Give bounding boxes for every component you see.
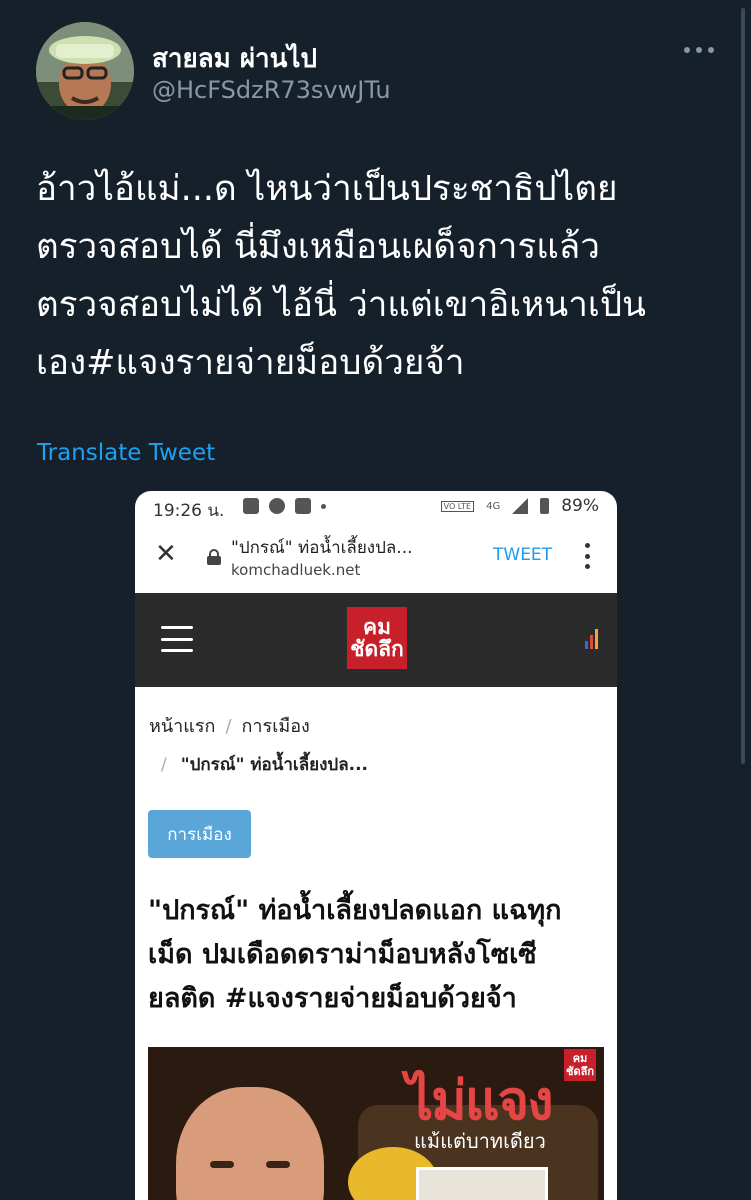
site-logo[interactable]: คม ชัดลึก [347, 607, 407, 669]
signal-icon [512, 498, 529, 514]
close-icon[interactable]: ✕ [155, 539, 177, 569]
headline-line: ยลติด #แจงรายจ่ายม็อบด้วยจ้า [148, 983, 517, 1014]
breadcrumb-section[interactable]: การเมือง [242, 716, 310, 737]
status-right: VO LTE 4G 89% [440, 496, 599, 516]
page-domain: komchadluek.net [231, 561, 361, 579]
audio-bars-icon[interactable] [585, 629, 601, 649]
tweet-text-line[interactable]: เอง#แจงรายจ่ายม็อบด้วยจ้า [36, 334, 726, 392]
category-badge[interactable]: การเมือง [148, 810, 251, 858]
headline-line: "ปกรณ์" ท่อน้ำเลี้ยงปลดแอก แฉทุก [148, 895, 562, 926]
status-time: 19:26 น. [153, 501, 225, 521]
facebook-icon [269, 498, 285, 514]
breadcrumb-home[interactable]: หน้าแรก [149, 716, 215, 737]
tweet-header: สายลม ผ่านไป @HcFSdzR73svwJTu [36, 22, 726, 122]
article-hero-image[interactable]: ไม่แจง แม้แต่บาทเดียว คม ชัดลึก [148, 1047, 604, 1200]
phone-status-bar: 19:26 น. VO LTE 4G 89% [135, 491, 617, 523]
breadcrumb: หน้าแรก / การเมือง [149, 711, 310, 740]
menu-kebab-icon[interactable] [585, 543, 591, 569]
hamburger-menu-icon[interactable] [161, 626, 193, 652]
display-name[interactable]: สายลม ผ่านไป [152, 38, 317, 79]
hero-logo: คม ชัดลึก [564, 1049, 596, 1081]
battery-percent: 89% [561, 496, 599, 516]
site-nav-bar: คม ชัดลึก [135, 593, 617, 687]
hero-inset-photo [416, 1167, 548, 1200]
more-notifications-icon [321, 503, 326, 509]
battery-icon [540, 498, 550, 514]
browser-url-bar: ✕ "ปกรณ์" ท่อน้ำเลี้ยงปล... komchadluek.… [135, 523, 617, 593]
page-scrollbar[interactable] [741, 8, 745, 764]
network-4g-icon: 4G [486, 500, 501, 512]
headline-line: เม็ด ปมเดือดดราม่าม็อบหลังโซเซี [148, 939, 537, 970]
breadcrumb-current-line: / "ปกรณ์" ท่อน้ำเลี้ยงปล... [161, 751, 368, 778]
article-headline: "ปกรณ์" ท่อน้ำเลี้ยงปลดแอก แฉทุก เม็ด ปม… [148, 889, 610, 1021]
volte-icon: VO LTE [440, 500, 475, 512]
hero-person-face [176, 1087, 324, 1200]
notification-icons [243, 498, 326, 514]
gallery-icon [243, 498, 259, 514]
page-title: "ปกรณ์" ท่อน้ำเลี้ยงปล... [231, 538, 413, 558]
tweet-text-line: ตรวจสอบได้ นี่มึงเหมือนเผด็จการแล้ว [36, 227, 600, 267]
translate-tweet-link[interactable]: Translate Tweet [37, 440, 215, 466]
tweet-text: อ้าวไอ้แม่...ด ไหนว่าเป็นประชาธิปไตย ตรว… [36, 160, 726, 392]
tweet-text-line: อ้าวไอ้แม่...ด ไหนว่าเป็นประชาธิปไตย [36, 169, 618, 209]
breadcrumb-current: "ปกรณ์" ท่อน้ำเลี้ยงปล... [180, 755, 369, 775]
more-options-icon[interactable] [684, 44, 714, 56]
breadcrumb-separator: / [161, 755, 167, 775]
tweet-button[interactable]: TWEET [493, 545, 552, 565]
avatar-photo [36, 22, 134, 120]
avatar[interactable] [36, 22, 134, 120]
youtube-icon [295, 498, 311, 514]
attached-screenshot[interactable]: 19:26 น. VO LTE 4G 89% ✕ "ปกรณ์" ท่อน้ำเ… [135, 491, 617, 1200]
breadcrumb-separator: / [225, 716, 232, 737]
hero-subline: แม้แต่บาทเดียว [414, 1129, 546, 1153]
lock-icon [207, 549, 221, 565]
user-handle[interactable]: @HcFSdzR73svwJTu [152, 76, 391, 104]
tweet-text-line: ตรวจสอบไม่ได้ ไอ้นี่ ว่าแต่เขาอิเหนาเป็น [36, 285, 646, 325]
